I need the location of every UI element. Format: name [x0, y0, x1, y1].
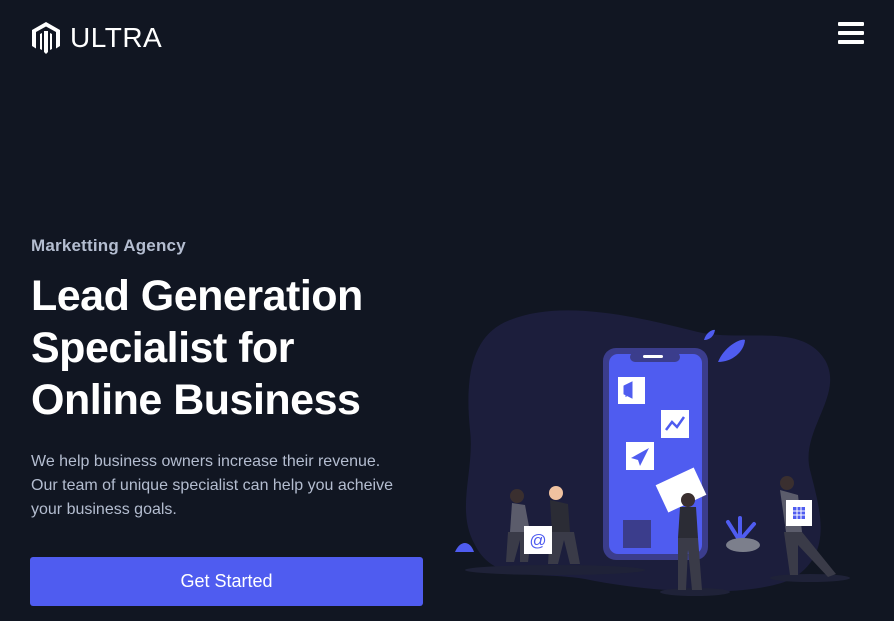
hero-eyebrow: Marketting Agency: [31, 236, 186, 255]
get-started-button[interactable]: Get Started: [30, 557, 423, 606]
hero-title: Lead Generation Specialist for Online Bu…: [31, 270, 431, 426]
hero-title-line: Specialist for: [31, 324, 295, 372]
marketing-team-phone-illustration: @: [455, 310, 850, 596]
menu-bar: [838, 22, 864, 26]
menu-bar: [838, 40, 864, 44]
hero-title-line: Online Business: [31, 376, 361, 424]
brand-name: ULTRA: [70, 22, 163, 53]
brand-logo-link[interactable]: ULTRA: [31, 20, 162, 56]
hero-title-line: Lead Generation: [31, 272, 363, 320]
email-at-symbol: @: [529, 531, 546, 550]
hero-description-line: Our team of unique specialist can help y…: [31, 477, 393, 494]
menu-bar: [838, 31, 864, 35]
hero-description-line: We help business owners increase their r…: [31, 453, 381, 470]
hero-section: Marketting Agency Lead Generation Specia…: [31, 232, 431, 522]
hero-description: We help business owners increase their r…: [31, 450, 426, 522]
brand-logo-icon: [32, 22, 60, 54]
hamburger-menu-icon[interactable]: [838, 22, 864, 46]
hero-description-line: your business goals.: [31, 501, 177, 518]
navbar: ULTRA: [0, 0, 894, 78]
